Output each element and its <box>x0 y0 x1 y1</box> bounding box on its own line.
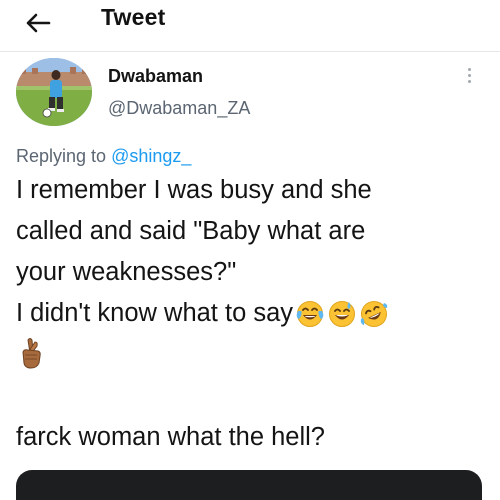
avatar-photo <box>16 58 92 126</box>
more-options-button[interactable] <box>458 64 480 86</box>
author-handle[interactable]: @Dwabaman_ZA <box>108 98 250 119</box>
reply-mention-link[interactable]: @shingz_ <box>111 146 191 166</box>
arrow-left-icon <box>26 13 51 33</box>
emoji-group <box>295 299 389 329</box>
back-button[interactable] <box>18 6 58 40</box>
page-title: Tweet <box>101 4 166 30</box>
tweet-line-3: your weaknesses?" <box>16 258 237 286</box>
tweet-line-4-text: I didn't know what to say <box>16 299 294 327</box>
tweet-line-2: called and said "Baby what are <box>16 217 366 245</box>
replying-to-prefix: Replying to <box>16 146 112 166</box>
crossed-fingers-emoji <box>22 338 41 369</box>
tears-of-joy-emoji <box>296 301 324 328</box>
media-card-preview[interactable] <box>16 470 482 500</box>
avatar[interactable] <box>16 58 92 126</box>
more-vertical-icon-dot <box>467 73 471 77</box>
author-display-name[interactable]: Dwabaman <box>108 66 203 87</box>
tweet-line-4: I didn't know what to say <box>16 293 486 334</box>
more-vertical-icon <box>467 67 471 71</box>
tweet-line-1: I remember I was busy and she <box>16 176 372 204</box>
replying-to-line: Replying to @shingz_ <box>16 146 191 167</box>
more-vertical-icon-dot <box>467 79 471 83</box>
top-bar: Tweet <box>0 0 500 52</box>
grinning-sweat-emoji <box>329 301 356 328</box>
rofl-emoji <box>360 301 388 328</box>
tweet-line-6: farck woman what the hell? <box>16 423 325 451</box>
tweet-page: Tweet Dwabaman @Dwabaman_ZA Replying to <box>0 0 500 500</box>
tweet-text: I remember I was busy and she called and… <box>16 170 486 458</box>
tweet-line-5 <box>16 334 486 376</box>
